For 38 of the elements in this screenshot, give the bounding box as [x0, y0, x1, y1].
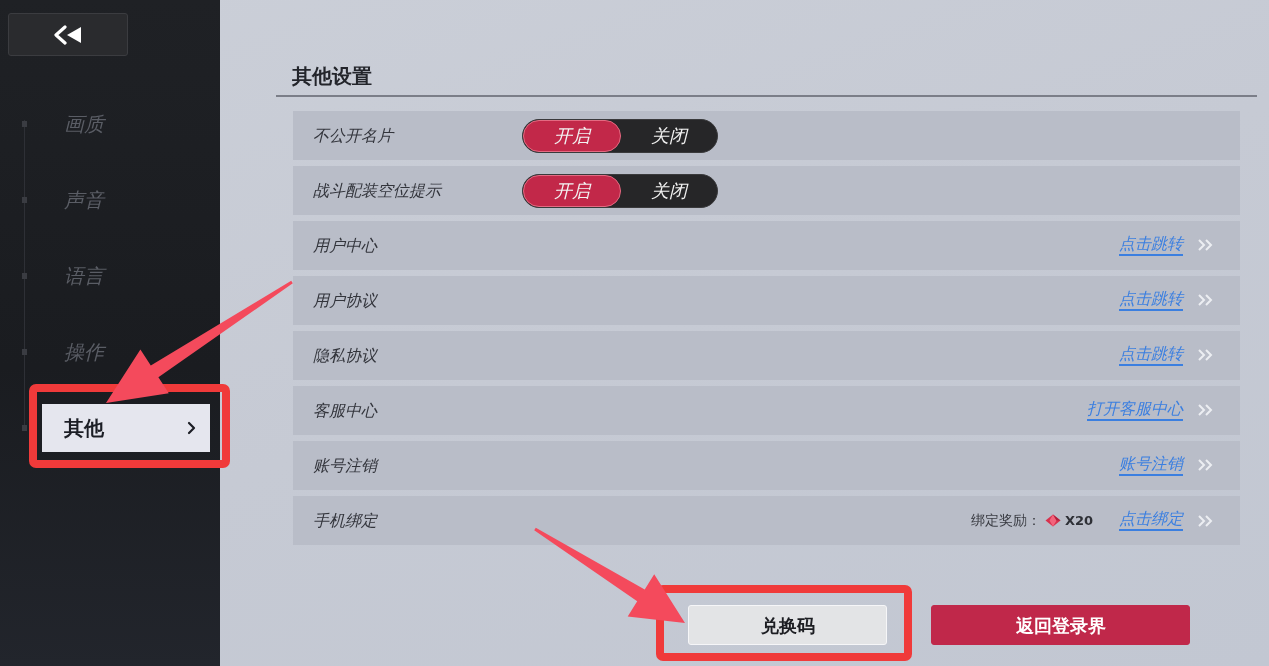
setting-label: 手机绑定 — [313, 509, 379, 532]
jump-link[interactable]: 点击跳转 — [1119, 235, 1183, 256]
jump-link[interactable]: 点击绑定 — [1119, 510, 1183, 531]
jump-link[interactable]: 账号注销 — [1119, 455, 1183, 476]
back-button[interactable] — [8, 13, 128, 56]
double-chevron-left-icon — [53, 24, 83, 45]
setting-label: 不公开名片 — [313, 124, 396, 147]
jump-link[interactable]: 打开客服中心 — [1087, 400, 1183, 421]
double-chevron-right-icon — [1197, 293, 1214, 308]
gem-icon — [1044, 514, 1061, 527]
section-title: 其他设置 — [276, 58, 1257, 97]
chevron-right-icon — [187, 421, 196, 435]
jump-link[interactable]: 点击跳转 — [1119, 345, 1183, 366]
double-chevron-right-icon — [1197, 458, 1214, 473]
reward-label: 绑定奖励： — [970, 511, 1041, 530]
toggle-option[interactable]: 开启 — [523, 119, 621, 152]
sidebar-item[interactable]: 其他 — [42, 404, 210, 452]
sidebar-item[interactable]: 声音 — [42, 176, 210, 224]
double-chevron-right-icon — [1197, 238, 1214, 253]
sidebar-item[interactable]: 画质 — [42, 100, 210, 148]
reward-amount: X20 — [1064, 511, 1093, 530]
setting-label: 账号注销 — [313, 454, 380, 477]
jump-link[interactable]: 点击跳转 — [1119, 290, 1183, 311]
double-chevron-right-icon — [1197, 403, 1214, 418]
sidebar-item[interactable]: 操作 — [42, 328, 210, 376]
setting-label: 用户协议 — [313, 289, 379, 312]
toggle-option[interactable]: 关闭 — [621, 119, 717, 152]
return-login-button[interactable]: 返回登录界 — [931, 605, 1190, 645]
redeem-code-button[interactable]: 兑换码 — [688, 605, 887, 645]
toggle-option[interactable]: 关闭 — [621, 174, 717, 207]
double-chevron-right-icon — [1197, 348, 1214, 363]
sidebar-item[interactable]: 语言 — [42, 252, 210, 300]
setting-label: 战斗配装空位提示 — [313, 179, 443, 202]
setting-label: 用户中心 — [313, 234, 379, 257]
toggle-option[interactable]: 开启 — [523, 174, 621, 207]
double-chevron-right-icon — [1197, 513, 1214, 528]
setting-label: 客服中心 — [313, 399, 379, 422]
setting-label: 隐私协议 — [313, 344, 379, 367]
